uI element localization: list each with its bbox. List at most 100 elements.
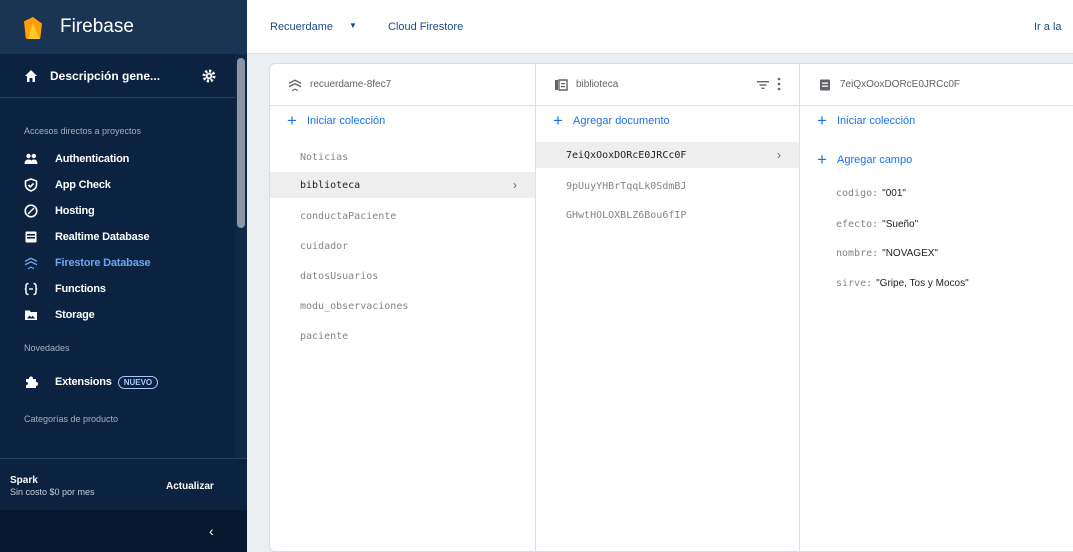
field-value: "Sueño"	[882, 219, 919, 230]
database-icon	[24, 230, 38, 244]
field-value: "001"	[882, 188, 906, 199]
collection-column: biblioteca + Agregar documento 7eiQxOoxD…	[535, 64, 799, 552]
new-badge: NUEVO	[117, 375, 159, 389]
sidebar-item-functions[interactable]: Functions	[0, 279, 235, 299]
plus-icon: +	[287, 111, 297, 130]
home-icon	[24, 69, 38, 83]
sidebar-item-realtime-database[interactable]: Realtime Database	[0, 227, 235, 247]
add-document-button[interactable]: + Agregar documento	[536, 106, 799, 136]
sidebar-item-label: Extensions	[55, 376, 112, 388]
app-title[interactable]: Firebase	[60, 16, 134, 38]
start-collection-button[interactable]: + Iniciar colección	[270, 106, 535, 136]
document-icon	[818, 78, 832, 92]
sidebar-item-label: Functions	[55, 283, 106, 295]
sidebar-item-label: Authentication	[55, 153, 130, 165]
field-key: efecto:	[836, 219, 879, 230]
document-item-selected[interactable]: 7eiQxOoxDORcE0JRCc0F ›	[536, 142, 799, 168]
project-selector[interactable]: Recuerdame	[270, 21, 333, 33]
more-vert-icon[interactable]	[776, 76, 782, 92]
scrollbar-thumb[interactable]	[237, 58, 245, 228]
goto-link[interactable]: Ir a la	[1034, 21, 1062, 33]
sidebar-item-storage[interactable]: Storage	[0, 305, 235, 325]
functions-icon	[24, 282, 38, 296]
shortcuts-section-label: Accesos directos a proyectos	[24, 126, 142, 136]
sidebar-item-authentication[interactable]: Authentication	[0, 149, 235, 169]
field-key: sirve:	[836, 278, 873, 289]
breadcrumb-product[interactable]: Cloud Firestore	[388, 21, 463, 33]
news-section-label: Novedades	[24, 343, 70, 353]
field-row[interactable]: sirve: "Gripe, Tos y Mocos"	[836, 278, 969, 289]
start-collection-label: Iniciar colección	[837, 115, 916, 127]
sidebar-item-label: Firestore Database	[55, 257, 151, 269]
field-value: "NOVAGEX"	[882, 248, 938, 259]
storage-icon	[24, 308, 38, 322]
people-icon	[24, 152, 38, 166]
hosting-icon	[24, 204, 38, 218]
start-subcollection-button[interactable]: + Iniciar colección	[800, 106, 1073, 136]
shield-check-icon	[24, 178, 38, 192]
collection-item[interactable]: datosUsuarios	[270, 263, 535, 289]
plan-footer: Spark Sin costo $0 por mes Actualizar	[0, 458, 247, 510]
firestore-data-panel: recuerdame-8fec7 + Iniciar colección Not…	[269, 63, 1073, 552]
collapse-bar: ‹	[0, 510, 247, 552]
upgrade-button[interactable]: Actualizar	[166, 481, 214, 492]
root-header: recuerdame-8fec7	[270, 64, 535, 106]
document-item[interactable]: GHwtHOLOXBLZ6Bou6fIP	[536, 202, 799, 228]
firestore-icon	[288, 78, 302, 92]
plus-icon: +	[817, 111, 827, 130]
sidebar-item-hosting[interactable]: Hosting	[0, 201, 235, 221]
field-value: "Gripe, Tos y Mocos"	[876, 278, 969, 289]
collection-name-label: biblioteca	[576, 79, 619, 90]
chevron-left-icon[interactable]: ‹	[209, 524, 221, 538]
collection-item[interactable]: paciente	[270, 323, 535, 349]
firestore-icon	[24, 256, 38, 270]
plan-description: Sin costo $0 por mes	[10, 487, 95, 497]
sidebar-item-firestore-database[interactable]: Firestore Database	[0, 253, 235, 273]
document-id-label: 7eiQxOoxDORcE0JRCc0F	[840, 79, 961, 90]
collection-item[interactable]: modu_observaciones	[270, 293, 535, 319]
add-field-label: Agregar campo	[837, 154, 913, 166]
sidebar-item-label: Storage	[55, 309, 95, 321]
categories-section-label[interactable]: Categorías de producto	[24, 414, 118, 424]
sidebar-item-label: Realtime Database	[55, 231, 150, 243]
field-key: codigo:	[836, 188, 879, 199]
collection-icon	[554, 78, 568, 92]
field-row[interactable]: codigo: "001"	[836, 188, 906, 199]
extension-puzzle-icon	[24, 375, 38, 389]
plus-icon: +	[817, 150, 827, 169]
document-column: 7eiQxOoxDORcE0JRCc0F + Iniciar colección…	[799, 64, 1073, 552]
sidebar-item-label: App Check	[55, 179, 111, 191]
collection-item[interactable]: Noticias	[270, 144, 535, 170]
sidebar-item-extensions[interactable]: Extensions NUEVO	[0, 372, 235, 392]
document-header: 7eiQxOoxDORcE0JRCc0F	[800, 64, 1073, 106]
collection-item[interactable]: conductaPaciente	[270, 203, 535, 229]
top-bar: Recuerdame ▼ Cloud Firestore Ir a la	[247, 0, 1073, 54]
sidebar-header: Firebase	[0, 0, 247, 54]
root-column: recuerdame-8fec7 + Iniciar colección Not…	[270, 64, 535, 552]
document-item[interactable]: 9pUuyYHBrTqqLk0SdmBJ	[536, 173, 799, 199]
sidebar: Firebase Descripción gene... Accesos dir…	[0, 0, 247, 552]
plus-icon: +	[553, 111, 563, 130]
filter-icon[interactable]	[756, 78, 770, 92]
project-id-label: recuerdame-8fec7	[310, 79, 392, 90]
start-collection-label: Iniciar colección	[307, 115, 386, 127]
gear-icon[interactable]	[201, 68, 217, 84]
collection-header: biblioteca	[536, 64, 799, 106]
sidebar-scrollbar[interactable]	[235, 54, 247, 458]
collection-item[interactable]: cuidador	[270, 233, 535, 259]
firebase-logo-icon[interactable]	[24, 15, 42, 39]
add-document-label: Agregar documento	[573, 115, 670, 127]
chevron-right-icon: ›	[513, 178, 517, 192]
project-overview-item[interactable]: Descripción gene...	[0, 54, 235, 98]
sidebar-item-label: Hosting	[55, 205, 95, 217]
field-key: nombre:	[836, 248, 879, 259]
chevron-down-icon[interactable]: ▼	[349, 21, 357, 30]
field-row[interactable]: efecto: "Sueño"	[836, 219, 918, 230]
sidebar-item-app-check[interactable]: App Check	[0, 175, 235, 195]
collection-item-selected[interactable]: biblioteca ›	[270, 172, 535, 198]
field-row[interactable]: nombre: "NOVAGEX"	[836, 248, 938, 259]
project-overview-label: Descripción gene...	[50, 68, 161, 83]
plan-name: Spark	[10, 475, 38, 486]
add-field-button[interactable]: + Agregar campo	[800, 145, 1073, 175]
chevron-right-icon: ›	[777, 148, 781, 162]
